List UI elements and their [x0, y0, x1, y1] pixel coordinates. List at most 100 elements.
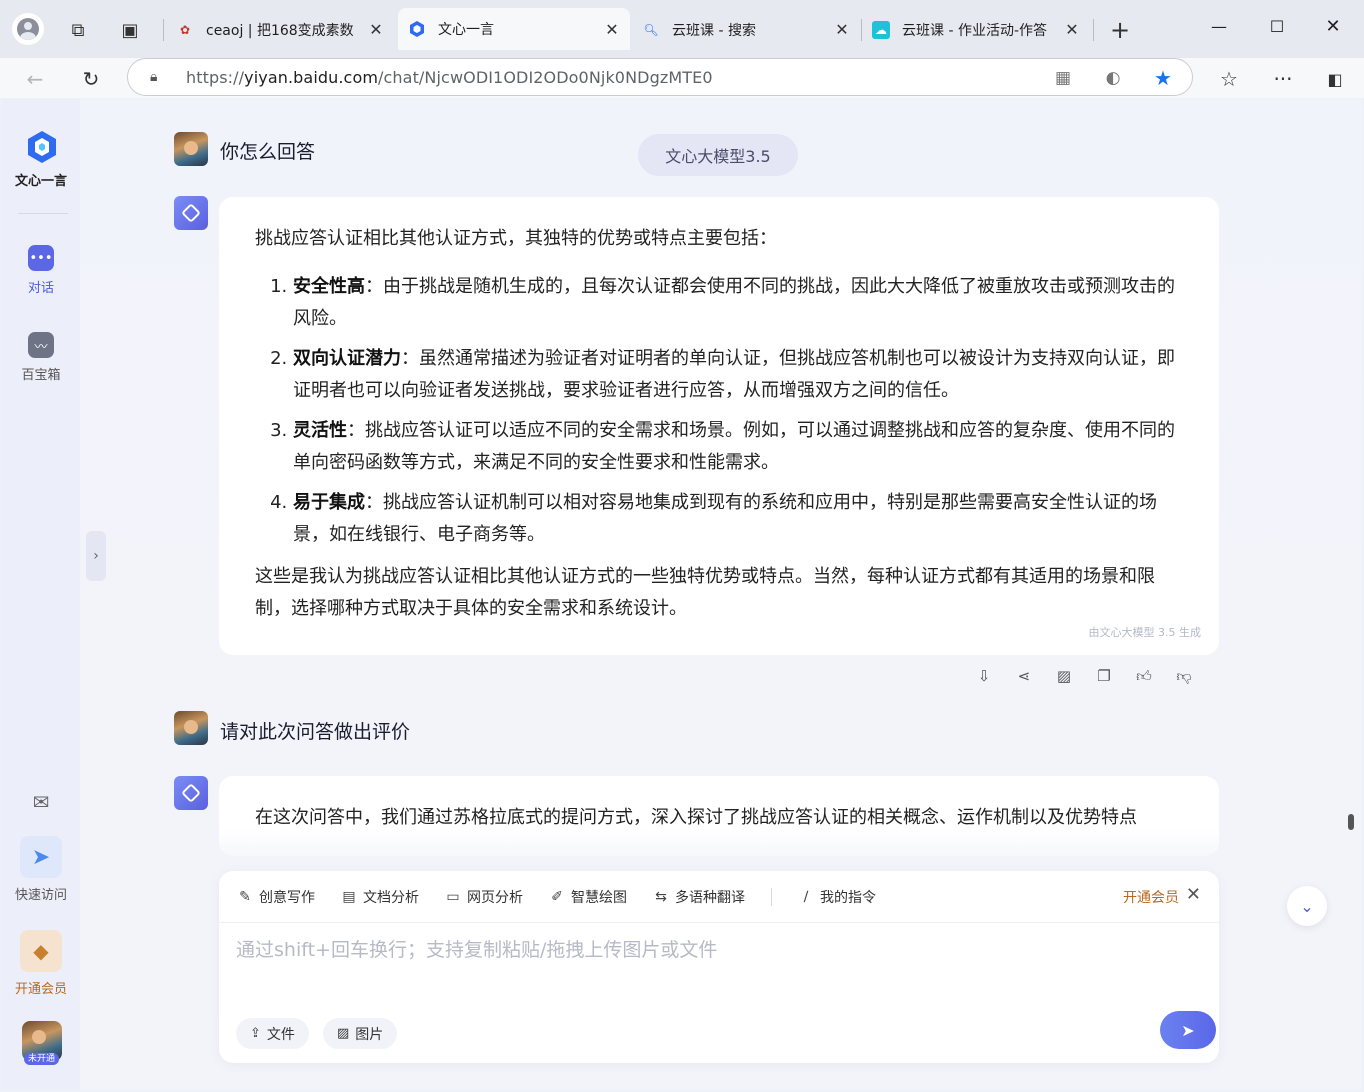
chat-fade — [219, 829, 1219, 869]
sidebar-item-chat[interactable]: ••• 对话 — [2, 245, 80, 296]
doc-icon: ▤ — [342, 889, 356, 905]
image-icon[interactable]: ▨ — [1052, 664, 1076, 688]
tool-label: 创意写作 — [259, 890, 315, 906]
tool-translation[interactable]: ⇆ 多语种翻译 — [653, 887, 745, 907]
answer-intro: 挑战应答认证相比其他认证方式，其独特的优势或特点主要包括： — [255, 228, 777, 249]
sidebar-item-label: 对话 — [27, 281, 54, 296]
close-tab-icon[interactable]: ✕ — [368, 20, 384, 39]
tool-label: 智慧绘图 — [571, 890, 627, 906]
tab-ceaoj[interactable]: ✿ ceaoj | 把168变成素数 ✕ — [166, 9, 394, 50]
point-text: ：由于挑战是随机生成的，且每次认证都会使用不同的挑战，因此大大降低了被重放攻击或… — [293, 276, 1175, 329]
list-item: 双向认证潜力：虽然通常描述为验证者对证明者的单向认证，但挑战应答机制也可以被设计… — [293, 343, 1183, 407]
mail-icon: ✉ — [32, 790, 50, 814]
expand-history-button[interactable]: › — [86, 531, 106, 581]
tool-my-commands[interactable]: ∕ 我的指令 — [798, 887, 876, 907]
close-tab-icon[interactable]: ✕ — [1064, 20, 1080, 39]
scroll-down-button[interactable]: ⌄ — [1287, 886, 1327, 926]
tab-homework[interactable]: ☁ 云班课 - 作业活动-作答 ✕ — [862, 9, 1090, 50]
url-field[interactable]: 🔒︎ https://yiyan.baidu.com/chat/NjcwODI1… — [127, 58, 1193, 96]
more-button[interactable]: ··· — [1266, 62, 1300, 96]
sidebar-toggle-icon: ◧ — [1327, 69, 1343, 89]
lock-icon: 🔒︎ — [150, 69, 158, 85]
edge-extension-icon[interactable]: ◐ — [1100, 65, 1126, 91]
url-domain: yiyan.baidu.com — [244, 67, 379, 87]
sidebar-item-label: 百宝箱 — [21, 368, 61, 383]
quick-access-button[interactable]: ➤ 快速访问 — [2, 836, 80, 903]
message-button[interactable]: ✉ — [2, 789, 80, 821]
chat-input[interactable]: 通过shift+回车换行；支持复制粘贴/拖拽上传图片或文件 — [236, 935, 717, 962]
point-text: ：虽然通常描述为验证者对证明者的单向认证，但挑战应答机制也可以被设计为支持双向认… — [293, 348, 1175, 401]
profile-button[interactable] — [12, 13, 44, 45]
wenxin-logo-icon[interactable] — [24, 129, 60, 165]
vip-button[interactable]: ◆ 开通会员 — [2, 930, 80, 997]
tab-actions-button[interactable]: ▣ — [112, 12, 148, 48]
maximize-button[interactable]: ☐ — [1254, 10, 1300, 42]
workspaces-button[interactable]: ⧉ — [60, 12, 96, 48]
copy-icon[interactable]: ❐ — [1092, 664, 1116, 688]
model-selector[interactable]: 文心大模型3.5 — [638, 134, 798, 176]
sidebar-toggle-button[interactable]: ◧ — [1318, 62, 1352, 96]
send-icon: ➤ — [1181, 1020, 1195, 1040]
tab-actions-icon: ▣ — [121, 19, 139, 41]
vip-link[interactable]: 开通会员 — [1123, 887, 1179, 907]
list-item: 易于集成：挑战应答认证机制可以相对容易地集成到现有的系统和应用中，特别是那些需要… — [293, 487, 1183, 551]
send-button[interactable]: ➤ — [1160, 1011, 1216, 1049]
point-title: 灵活性 — [293, 420, 347, 441]
minimize-button[interactable]: — — [1196, 10, 1242, 42]
answer-bubble: 挑战应答认证相比其他认证方式，其独特的优势或特点主要包括： 安全性高：由于挑战是… — [219, 197, 1219, 655]
refresh-button[interactable]: ↻ — [74, 62, 108, 96]
tab-title: 文心一言 — [438, 22, 494, 38]
tool-smart-drawing[interactable]: ✐ 智慧绘图 — [549, 887, 627, 907]
user-question: 请对此次问答做出评价 — [220, 721, 411, 743]
chevron-down-icon: ⌄ — [1300, 896, 1314, 916]
sidebar-item-toolbox[interactable]: 〰 百宝箱 — [2, 332, 80, 383]
tool-creative-writing[interactable]: ✎ 创意写作 — [237, 887, 315, 907]
logo-text: 文心一言 — [14, 174, 67, 189]
close-icon[interactable]: ✕ — [1186, 884, 1201, 905]
generated-by-tag: 由文心大模型 3.5 生成 — [1088, 626, 1202, 639]
share-icon[interactable]: ⋖ — [1012, 664, 1036, 688]
tab-search[interactable]: 🔍︎ 云班课 - 搜索 ✕ — [632, 9, 860, 50]
back-button[interactable]: ← — [18, 62, 52, 96]
quick-access-label: 快速访问 — [14, 888, 67, 903]
close-tab-icon[interactable]: ✕ — [604, 20, 620, 39]
tool-label: 网页分析 — [467, 890, 523, 906]
scrollbar-thumb[interactable] — [1348, 814, 1354, 830]
tool-divider — [771, 888, 772, 906]
favorite-star-icon[interactable]: ★ — [1150, 65, 1176, 91]
refresh-icon: ↻ — [82, 67, 100, 91]
thumbs-up-icon[interactable]: 👍︎ — [1132, 664, 1156, 688]
url-text: https://yiyan.baidu.com/chat/NjcwODI1ODI… — [186, 68, 713, 87]
user-question: 你怎么回答 — [220, 141, 316, 163]
thumbs-down-icon[interactable]: 👎︎ — [1172, 664, 1196, 688]
upload-image-button[interactable]: ▨ 图片 — [323, 1018, 398, 1049]
maximize-icon: ☐ — [1269, 16, 1285, 36]
back-arrow-icon: ← — [26, 67, 44, 91]
web-icon: ▭ — [446, 889, 460, 905]
close-tab-icon[interactable]: ✕ — [834, 20, 850, 39]
answer-actions: ⇩ ⋖ ▨ ❐ 👍︎ 👎︎ — [972, 664, 1196, 688]
vip-diamond-icon: ◆ — [20, 930, 62, 972]
browser-tab-bar: ⧉ ▣ ✿ ceaoj | 把168变成素数 ✕ 文心一言 ✕ 🔍︎ 云班课 -… — [0, 0, 1364, 58]
favorites-button[interactable]: ☆ — [1212, 62, 1246, 96]
list-item: 灵活性：挑战应答认证可以适应不同的安全需求和场景。例如，可以通过调整挑战和应答的… — [293, 415, 1183, 479]
upload-file-button[interactable]: ⇪ 文件 — [236, 1018, 309, 1049]
close-window-button[interactable]: ✕ — [1310, 10, 1356, 42]
tool-web-analysis[interactable]: ▭ 网页分析 — [445, 887, 523, 907]
chip-label: 文件 — [266, 1026, 295, 1043]
tool-label: 文档分析 — [363, 890, 419, 906]
new-tab-button[interactable]: + — [1102, 12, 1138, 48]
export-icon[interactable]: ⇩ — [972, 664, 996, 688]
tab-separator — [163, 19, 164, 41]
tool-doc-analysis[interactable]: ▤ 文档分析 — [341, 887, 419, 907]
tab-wenxin[interactable]: 文心一言 ✕ — [398, 8, 630, 50]
command-icon: ∕ — [803, 889, 809, 905]
point-text: ：挑战应答认证机制可以相对容易地集成到现有的系统和应用中，特别是那些需要高安全性… — [293, 492, 1157, 545]
app-available-icon[interactable]: ▦ — [1050, 65, 1076, 91]
tool-label: 我的指令 — [820, 890, 876, 906]
toolbox-icon: 〰 — [28, 332, 54, 358]
tab-title: 云班课 - 搜索 — [672, 22, 756, 39]
user-avatar-button[interactable]: 未开通 — [2, 1021, 80, 1065]
point-title: 安全性高 — [293, 276, 365, 297]
upload-icon: ⇪ — [250, 1026, 261, 1041]
